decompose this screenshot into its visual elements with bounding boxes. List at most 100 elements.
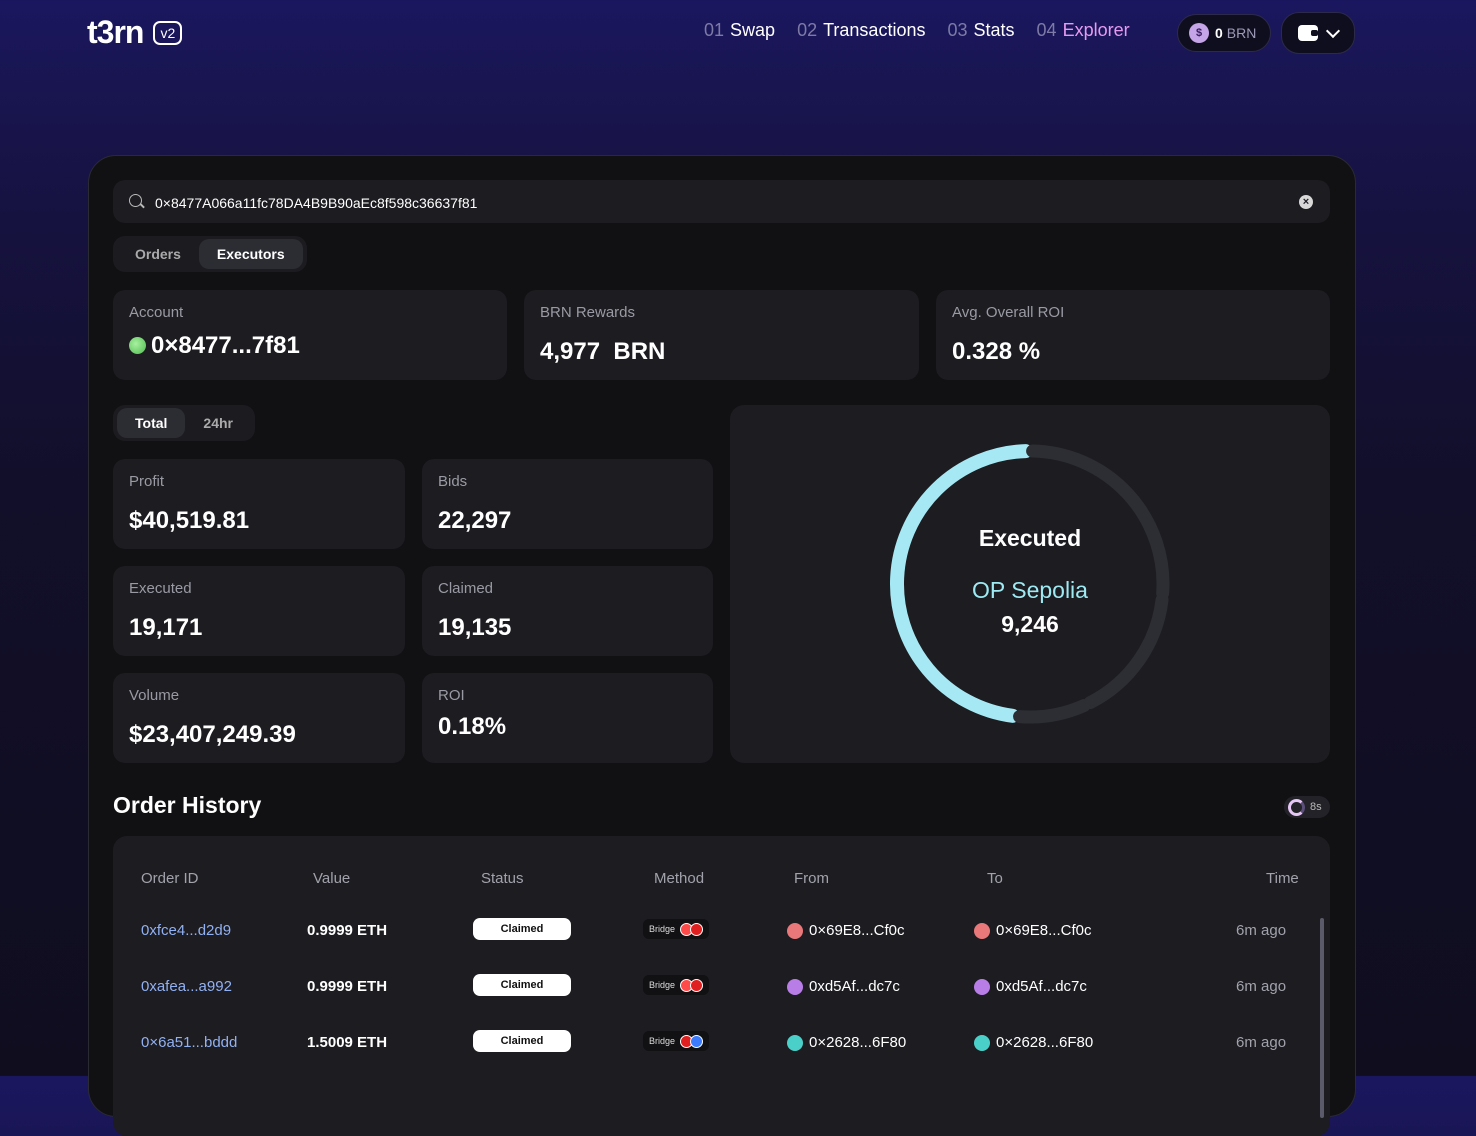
from-avatar — [787, 1034, 803, 1051]
version-badge: v2 — [153, 20, 183, 45]
nav-number: 03 — [947, 20, 968, 40]
from-address-text: 0×2628...6F80 — [809, 1034, 907, 1051]
nav-swap[interactable]: 01 Swap — [704, 20, 775, 41]
avg-roi-value: 0.328 % — [952, 338, 1041, 365]
rewards-value: 4,977 BRN — [540, 338, 666, 365]
from-address-text: 0xd5Af...dc7c — [809, 978, 900, 995]
card-label: Profit — [129, 473, 165, 490]
top-bar: t3rn v2 01 Swap 02 Transactions 03 Stats 04… — [0, 0, 1476, 70]
balance-unit: BRN — [1226, 25, 1257, 41]
logo[interactable]: t3rn v2 — [87, 14, 183, 51]
column-header-method: Method — [654, 870, 705, 887]
nav-stats[interactable]: 03 Stats — [947, 20, 1014, 41]
logo-text: t3rn — [87, 14, 144, 50]
profit-value: $40,519.81 — [129, 507, 250, 534]
search-input[interactable] — [153, 180, 1277, 225]
order-id-link[interactable]: 0xafea...a992 — [141, 978, 232, 995]
roi-value: 0.18% — [438, 713, 507, 740]
column-header-time: Time — [1266, 870, 1299, 887]
wallet-icon — [1298, 25, 1318, 41]
status-badge: Claimed — [473, 974, 571, 996]
nav-label: Explorer — [1062, 20, 1130, 40]
chain-icons — [680, 1034, 704, 1048]
nav-transactions[interactable]: 02 Transactions — [797, 20, 925, 41]
card-label: Avg. Overall ROI — [952, 304, 1065, 321]
to-avatar — [974, 978, 990, 995]
donut-slice-other[interactable] — [1013, 699, 1091, 724]
donut-series-name: OP Sepolia — [972, 577, 1088, 603]
main-nav: 01 Swap 02 Transactions 03 Stats 04 Explorer — [704, 20, 1130, 41]
wallet-menu-button[interactable] — [1281, 12, 1355, 54]
order-id-link[interactable]: 0×6a51...bddd — [141, 1034, 237, 1051]
tab-executors[interactable]: Executors — [198, 239, 303, 269]
column-header-from: From — [794, 870, 829, 887]
claimed-value: 19,135 — [438, 614, 512, 641]
order-value: 1.5009 ETH — [307, 1034, 388, 1051]
order-history-table: Order ID Value Status Method From To Tim… — [113, 836, 1330, 1136]
to-address[interactable]: 0×69E8...Cf0c — [974, 922, 1091, 939]
column-header-to: To — [987, 870, 1003, 887]
profit-card: Profit $40,519.81 — [113, 459, 405, 549]
explorer-panel: × Orders Executors Account 0×8477...7f81… — [88, 155, 1356, 1136]
brn-balance-button[interactable]: $ 0 BRN — [1177, 14, 1271, 52]
tab-orders[interactable]: Orders — [117, 239, 199, 269]
table-row[interactable]: 0xfce4...d2d9 0.9999 ETH Claimed Bridge … — [113, 918, 1313, 978]
table-row[interactable]: 0xafea...a992 0.9999 ETH Claimed Bridge … — [113, 974, 1313, 1034]
volume-value: $23,407,249.39 — [129, 721, 296, 748]
target-chain-icon — [690, 922, 704, 936]
card-label: Account — [129, 304, 184, 321]
executed-donut-card: Executed OP Sepolia 9,246 — [730, 405, 1330, 763]
donut-slice-other[interactable] — [1026, 444, 1170, 600]
target-chain-icon — [690, 1034, 704, 1048]
brn-rewards-card: BRN Rewards 4,977 BRN — [524, 290, 919, 380]
method-label: Bridge — [649, 924, 676, 934]
from-avatar — [787, 978, 803, 995]
method-badge: Bridge — [643, 1031, 710, 1051]
order-time: 6m ago — [1236, 1034, 1287, 1051]
order-history-title: Order History — [113, 792, 262, 818]
tab-24hr[interactable]: 24hr — [185, 408, 251, 438]
bids-value: 22,297 — [438, 507, 512, 534]
executed-card: Executed 19,171 — [113, 566, 405, 656]
from-address[interactable]: 0xd5Af...dc7c — [787, 978, 900, 995]
tab-total[interactable]: Total — [117, 408, 186, 438]
chevron-down-icon — [1325, 23, 1341, 38]
account-address: 0×8477...7f81 — [151, 332, 300, 359]
status-badge: Claimed — [473, 918, 571, 940]
nav-number: 04 — [1036, 20, 1057, 40]
status-badge: Claimed — [473, 1030, 571, 1052]
roi-card: ROI 0.18% — [422, 673, 713, 763]
account-card: Account 0×8477...7f81 — [113, 290, 507, 380]
brn-token-icon: $ — [1189, 23, 1209, 43]
chain-icons — [680, 978, 704, 992]
to-address-text: 0×69E8...Cf0c — [996, 922, 1092, 939]
method-badge: Bridge — [643, 919, 710, 939]
refresh-timer-label: 8s — [1310, 801, 1322, 813]
nav-explorer[interactable]: 04 Explorer — [1037, 20, 1130, 41]
search-icon — [129, 194, 142, 207]
method-label: Bridge — [649, 980, 676, 990]
account-avatar — [129, 337, 146, 354]
from-address[interactable]: 0×69E8...Cf0c — [787, 922, 904, 939]
column-header-value: Value — [313, 870, 351, 887]
from-address-text: 0×69E8...Cf0c — [809, 922, 905, 939]
column-header-order-id: Order ID — [141, 870, 199, 887]
refresh-timer[interactable]: 8s — [1284, 796, 1330, 818]
clear-search-icon[interactable]: × — [1299, 195, 1313, 209]
table-row[interactable]: 0×6a51...bddd 1.5009 ETH Claimed Bridge … — [113, 1030, 1313, 1090]
nav-number: 01 — [704, 20, 725, 40]
bids-card: Bids 22,297 — [422, 459, 713, 549]
order-time: 6m ago — [1236, 978, 1287, 995]
table-scrollbar[interactable] — [1320, 918, 1324, 1118]
account-value[interactable]: 0×8477...7f81 — [129, 332, 300, 360]
card-label: Bids — [438, 473, 468, 490]
donut-series-value: 9,246 — [1001, 611, 1059, 637]
from-address[interactable]: 0×2628...6F80 — [787, 1034, 906, 1051]
to-address[interactable]: 0xd5Af...dc7c — [974, 978, 1087, 995]
balance-amount: 0 — [1215, 25, 1223, 41]
card-label: Claimed — [438, 580, 494, 597]
to-address[interactable]: 0×2628...6F80 — [974, 1034, 1093, 1051]
from-avatar — [787, 922, 803, 939]
order-id-link[interactable]: 0xfce4...d2d9 — [141, 922, 231, 939]
order-value: 0.9999 ETH — [307, 922, 388, 939]
